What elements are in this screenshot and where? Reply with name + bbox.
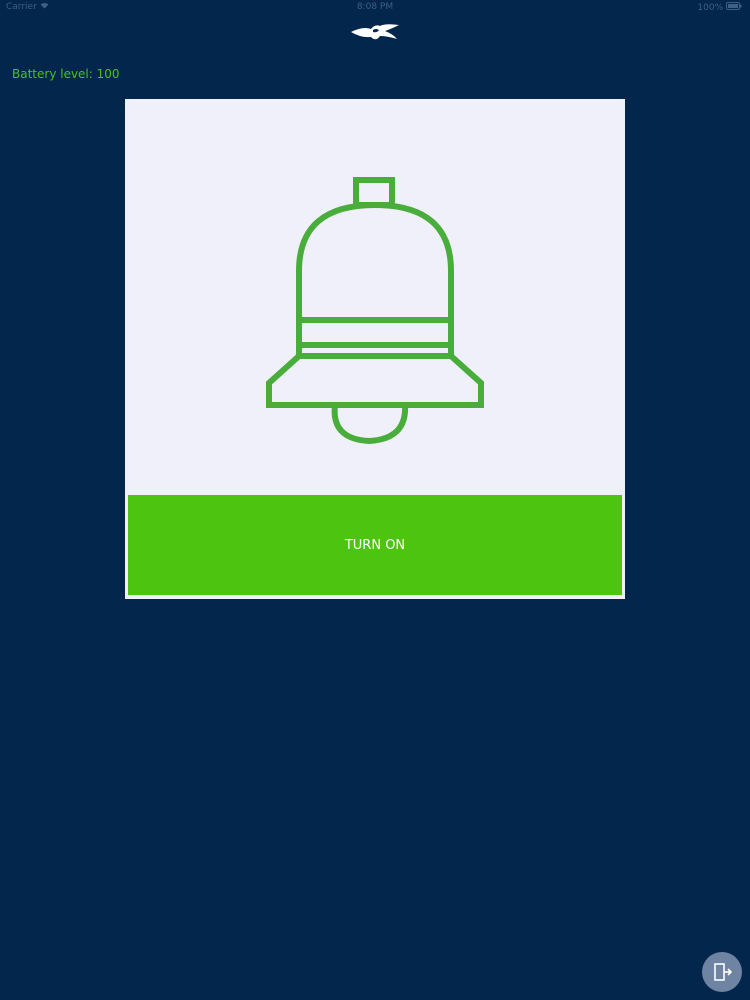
alarm-card: TURN ON — [125, 99, 625, 599]
battery-level-label: Battery level: 100 — [12, 67, 120, 81]
exit-door-icon — [714, 963, 733, 981]
battery-icon — [726, 2, 742, 13]
turn-on-button[interactable]: TURN ON — [128, 495, 622, 595]
bird-logo-icon — [349, 20, 401, 44]
bell-icon — [265, 175, 485, 445]
exit-button[interactable] — [702, 952, 742, 992]
battery-percent: 100% — [697, 3, 724, 13]
battery-status: 100% — [697, 2, 742, 13]
status-time: 8:08 PM — [356, 2, 394, 12]
status-bar: Carrier 8:08 PM 100% — [0, 0, 750, 14]
